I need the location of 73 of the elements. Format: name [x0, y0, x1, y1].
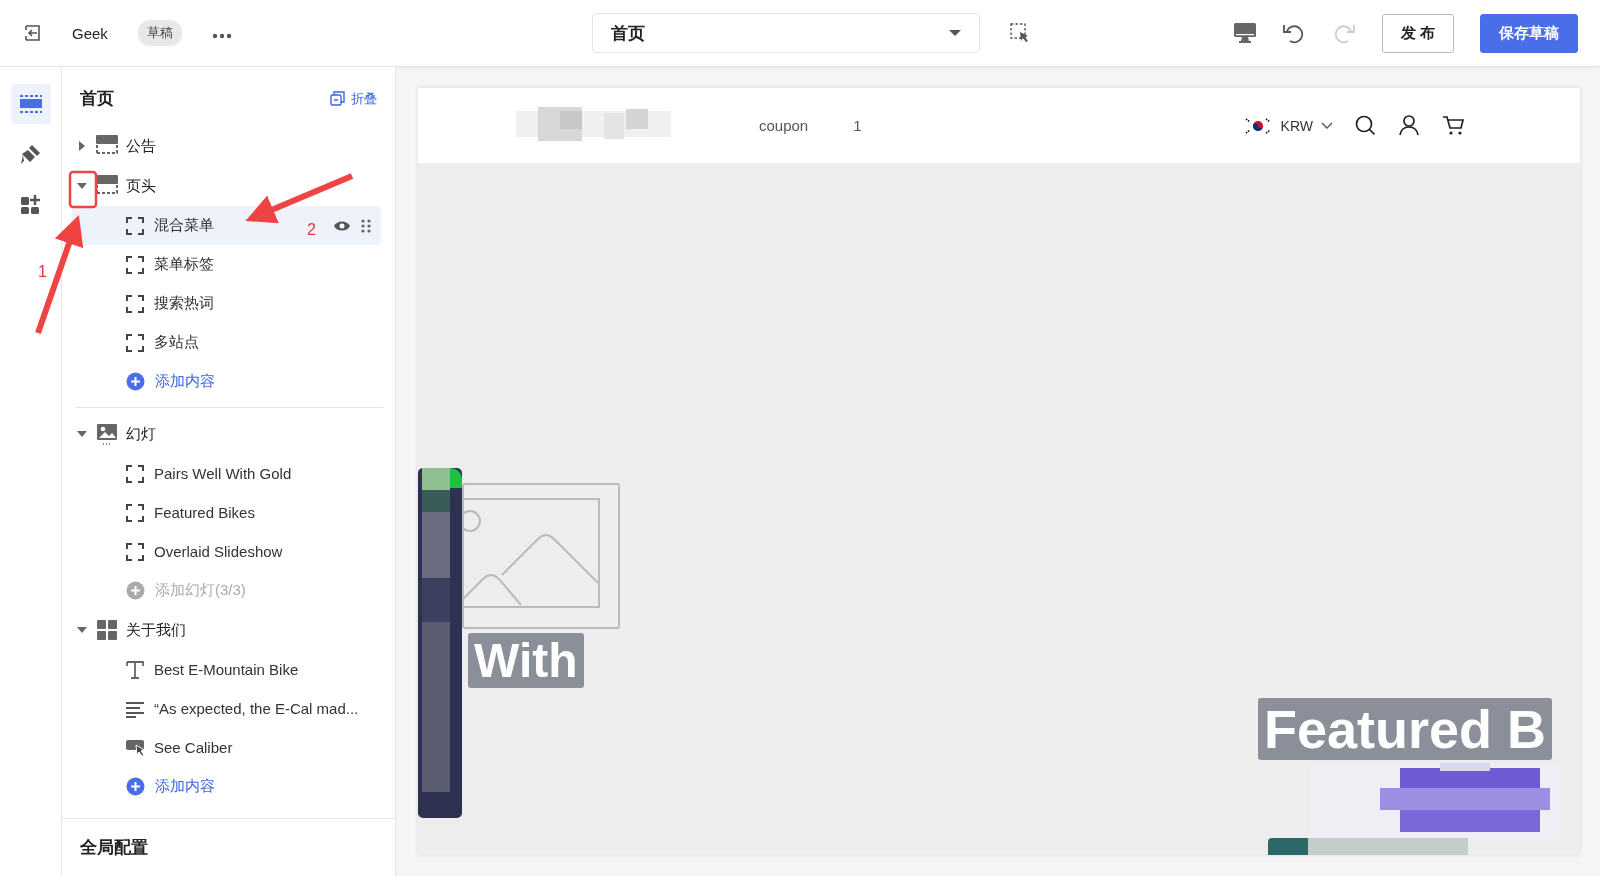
tree-item[interactable]: Pairs Well With Gold	[72, 454, 381, 493]
tree-item[interactable]: 搜索热词	[72, 284, 381, 323]
undo-icon	[1281, 22, 1306, 44]
desktop-view-button[interactable]	[1233, 23, 1256, 43]
corners-icon	[126, 542, 144, 561]
slide-heading: With	[468, 633, 584, 688]
plus-circle-icon	[126, 777, 145, 796]
exit-button[interactable]	[22, 23, 42, 43]
corners-icon	[126, 464, 144, 483]
text-icon	[126, 660, 144, 679]
section-label: 页头	[126, 176, 156, 196]
publish-button[interactable]: 发 布	[1381, 13, 1454, 53]
paragraph-icon	[126, 699, 144, 718]
tree-item[interactable]: “As expected, the E-Cal mad...	[72, 689, 381, 728]
section-label: 幻灯	[126, 424, 156, 444]
exit-icon	[22, 23, 42, 43]
drag-handle-icon	[361, 218, 371, 233]
save-draft-button[interactable]: 保存草稿	[1480, 13, 1578, 53]
cart-icon	[1443, 114, 1465, 137]
tree-item[interactable]: 菜单标签	[72, 245, 381, 284]
tree-item[interactable]: See Caliber	[72, 728, 381, 767]
highlight-box	[68, 170, 98, 209]
collapse-icon	[330, 91, 345, 106]
currency-selector[interactable]: KRW	[1242, 115, 1333, 136]
undo-button[interactable]	[1281, 22, 1306, 44]
corners-icon	[126, 294, 144, 313]
tree-item[interactable]: Featured Bikes	[72, 493, 381, 532]
image-icon	[96, 423, 118, 445]
select-tool-button[interactable]	[1010, 23, 1030, 43]
add-button[interactable]: 添加内容	[72, 362, 381, 401]
annotation-number: 1	[38, 263, 47, 281]
nav-link[interactable]: 1	[853, 117, 862, 134]
corners-icon	[126, 333, 144, 352]
account-button[interactable]	[1399, 114, 1421, 137]
layout-icon	[19, 95, 42, 113]
more-icon	[211, 32, 232, 39]
plus-circle-icon	[126, 581, 145, 600]
grid-icon	[96, 619, 118, 641]
section-label: 关于我们	[126, 620, 186, 640]
widgets-icon	[19, 193, 42, 215]
global-settings-label: 全局配置	[62, 818, 395, 876]
plus-circle-icon	[126, 372, 145, 391]
section-bar-icon	[96, 175, 118, 197]
collapse-button[interactable]: 折叠	[330, 89, 377, 108]
slide-heading: Featured B	[1258, 698, 1553, 760]
add-button[interactable]: 添加内容	[72, 767, 381, 806]
image-placeholder-icon	[462, 483, 620, 629]
section-bar-icon	[96, 135, 118, 157]
tree-item[interactable]: Overlaid Slideshow	[72, 532, 381, 571]
eye-icon	[333, 219, 351, 232]
search-button[interactable]	[1355, 114, 1377, 137]
selection-icon	[1010, 23, 1030, 43]
section-label: 公告	[126, 136, 156, 156]
tree-item[interactable]: 多站点	[72, 323, 381, 362]
annotation-number: 2	[307, 221, 316, 239]
corners-icon	[126, 503, 144, 522]
caret-icon	[949, 30, 961, 36]
site-name: Geek	[72, 24, 108, 42]
cursor-button-icon	[126, 738, 144, 757]
search-icon	[1355, 114, 1377, 137]
page-select[interactable]: 首页	[592, 13, 980, 53]
status-badge: 草稿	[137, 20, 182, 46]
user-icon	[1399, 114, 1421, 137]
nav-link[interactable]: coupon	[759, 117, 809, 134]
panel-title: 首页	[80, 88, 114, 110]
cart-button[interactable]	[1443, 114, 1465, 137]
layout-tab[interactable]	[10, 84, 51, 124]
tree-item[interactable]: Best E-Mountain Bike	[72, 650, 381, 689]
brush-icon	[19, 143, 42, 165]
corners-icon	[126, 255, 144, 274]
monitor-icon	[1233, 23, 1256, 43]
chevron-down-icon	[1321, 121, 1333, 130]
corners-icon	[126, 216, 144, 235]
